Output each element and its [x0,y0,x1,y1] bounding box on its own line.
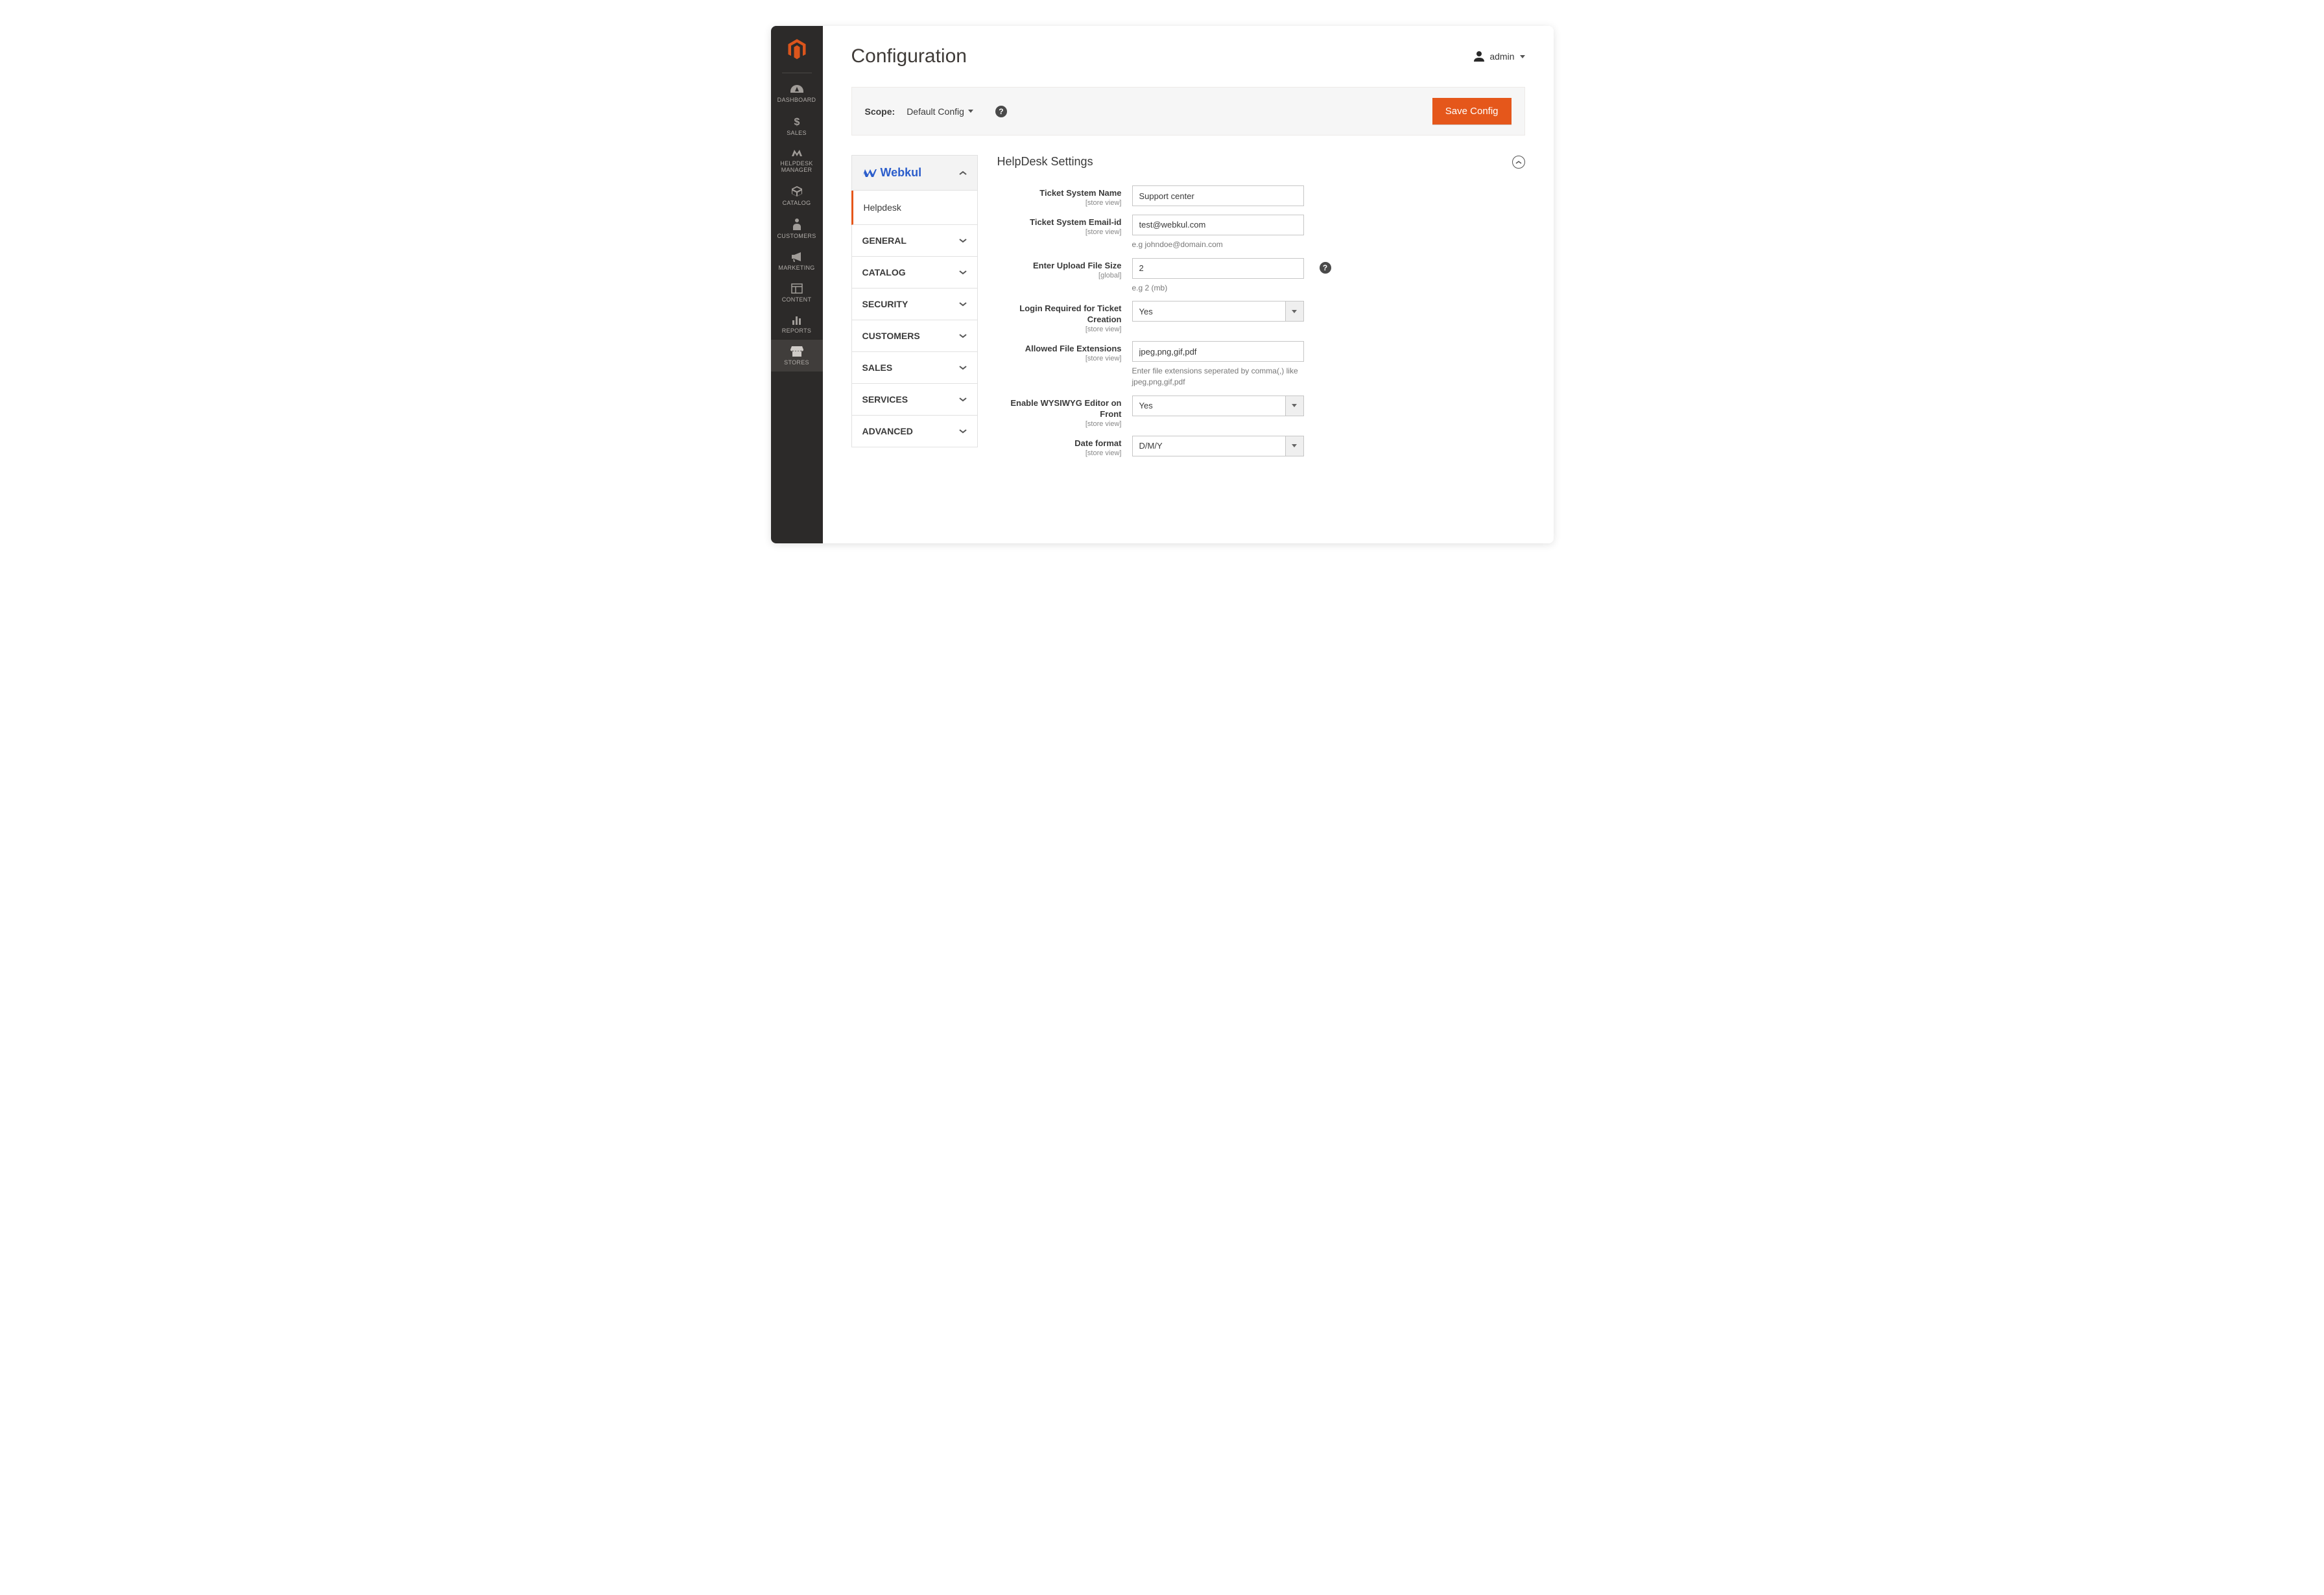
store-icon [790,346,803,357]
select-value: D/M/Y [1133,441,1169,451]
bars-icon [791,314,803,325]
person-icon [792,219,801,230]
tab-services[interactable]: SERVICES [851,384,978,416]
field-hint: e.g 2 (mb) [1132,283,1304,294]
tab-security[interactable]: SECURITY [851,289,978,320]
field-scope: [global] [997,272,1122,279]
scope-label: Scope: [865,106,895,117]
config-tabs: Webkul Helpdesk GENERAL CATALOG SECURITY… [851,155,978,457]
nav-marketing[interactable]: MARKETING [771,245,823,277]
section-title: HelpDesk Settings [997,155,1093,169]
field-scope: [store view] [997,199,1122,207]
nav-label: DASHBOARD [771,97,823,104]
nav-label: CUSTOMERS [771,233,823,240]
wysiwyg-select[interactable]: Yes [1132,396,1304,416]
main-content: Configuration admin Scope: Default Confi… [823,26,1554,543]
ticket-system-name-input[interactable] [1132,185,1304,206]
tab-webkul[interactable]: Webkul [851,155,978,191]
select-value: Yes [1133,401,1159,410]
nav-label: CATALOG [771,200,823,207]
caret-down-icon [1292,444,1297,447]
chevron-down-icon [959,238,967,243]
admin-sidebar: DASHBOARD $ SALES HELPDESK MANAGER CATAL… [771,26,823,543]
nav-label: CONTENT [771,296,823,303]
scope-value: Default Config [907,106,964,117]
field-label: Ticket System Name [997,188,1122,199]
tab-sales[interactable]: SALES [851,352,978,384]
help-icon[interactable]: ? [1320,262,1331,274]
svg-text:$: $ [794,117,800,127]
nav-label: REPORTS [771,327,823,335]
nav-label: SALES [771,130,823,137]
field-scope: [store view] [997,420,1122,428]
tab-customers[interactable]: CUSTOMERS [851,320,978,352]
field-scope: [store view] [997,325,1122,333]
nav-helpdesk-manager[interactable]: HELPDESK MANAGER [771,142,823,180]
caret-down-icon [968,110,973,113]
app-window: DASHBOARD $ SALES HELPDESK MANAGER CATAL… [771,26,1554,543]
field-scope: [store view] [997,228,1122,236]
settings-form: HelpDesk Settings Ticket System Name[sto… [997,155,1525,457]
tab-helpdesk[interactable]: Helpdesk [851,191,978,225]
chevron-down-icon [959,429,967,434]
nav-catalog[interactable]: CATALOG [771,179,823,212]
tab-catalog[interactable]: CATALOG [851,257,978,289]
chevron-down-icon [959,270,967,275]
field-label: Ticket System Email-id [997,217,1122,228]
scope-bar: Scope: Default Config ? Save Config [851,87,1525,136]
field-label: Allowed File Extensions [997,344,1122,355]
field-hint: e.g johndoe@domain.com [1132,239,1304,250]
helpdesk-icon [790,148,803,158]
layout-icon [791,283,803,294]
field-scope: [store view] [997,355,1122,362]
save-config-button[interactable]: Save Config [1432,98,1512,124]
chevron-up-icon [1515,160,1522,164]
chevron-up-icon [959,171,967,176]
dollar-icon: $ [793,115,801,127]
chevron-down-icon [959,365,967,370]
tab-general[interactable]: GENERAL [851,225,978,257]
field-label: Enable WYSIWYG Editor on Front [997,398,1122,420]
chevron-down-icon [959,397,967,402]
tab-advanced[interactable]: ADVANCED [851,416,978,447]
scope-select[interactable]: Default Config [907,106,973,117]
webkul-logo-icon [862,168,877,178]
nav-stores[interactable]: STORES [771,340,823,372]
select-value: Yes [1133,307,1159,316]
user-menu[interactable]: admin [1474,51,1524,62]
nav-label: MARKETING [771,265,823,272]
caret-down-icon [1292,404,1297,407]
caret-down-icon [1520,55,1525,58]
megaphone-icon [790,252,803,262]
nav-content[interactable]: CONTENT [771,277,823,309]
page-title: Configuration [851,45,967,67]
nav-reports[interactable]: REPORTS [771,308,823,340]
upload-file-size-input[interactable] [1132,258,1304,279]
user-icon [1474,51,1484,62]
collapse-button[interactable] [1512,156,1525,169]
field-label: Enter Upload File Size [997,261,1122,272]
caret-down-icon [1292,310,1297,313]
gauge-icon [790,85,803,94]
field-scope: [store view] [997,449,1122,457]
date-format-select[interactable]: D/M/Y [1132,436,1304,456]
field-label: Login Required for Ticket Creation [997,303,1122,325]
chevron-down-icon [959,301,967,307]
cube-icon [791,185,803,197]
allowed-extensions-input[interactable] [1132,341,1304,362]
nav-customers[interactable]: CUSTOMERS [771,212,823,245]
nav-label: STORES [771,359,823,366]
tab-webkul-label: Webkul [881,166,922,180]
field-hint: Enter file extensions seperated by comma… [1132,366,1304,388]
chevron-down-icon [959,333,967,338]
nav-sales[interactable]: $ SALES [771,109,823,142]
magento-logo [785,38,809,61]
nav-label: HELPDESK MANAGER [771,160,823,174]
help-icon[interactable]: ? [995,106,1007,117]
field-label: Date format [997,438,1122,449]
nav-dashboard[interactable]: DASHBOARD [771,78,823,109]
user-name: admin [1489,51,1514,62]
login-required-select[interactable]: Yes [1132,301,1304,322]
ticket-system-email-input[interactable] [1132,215,1304,235]
